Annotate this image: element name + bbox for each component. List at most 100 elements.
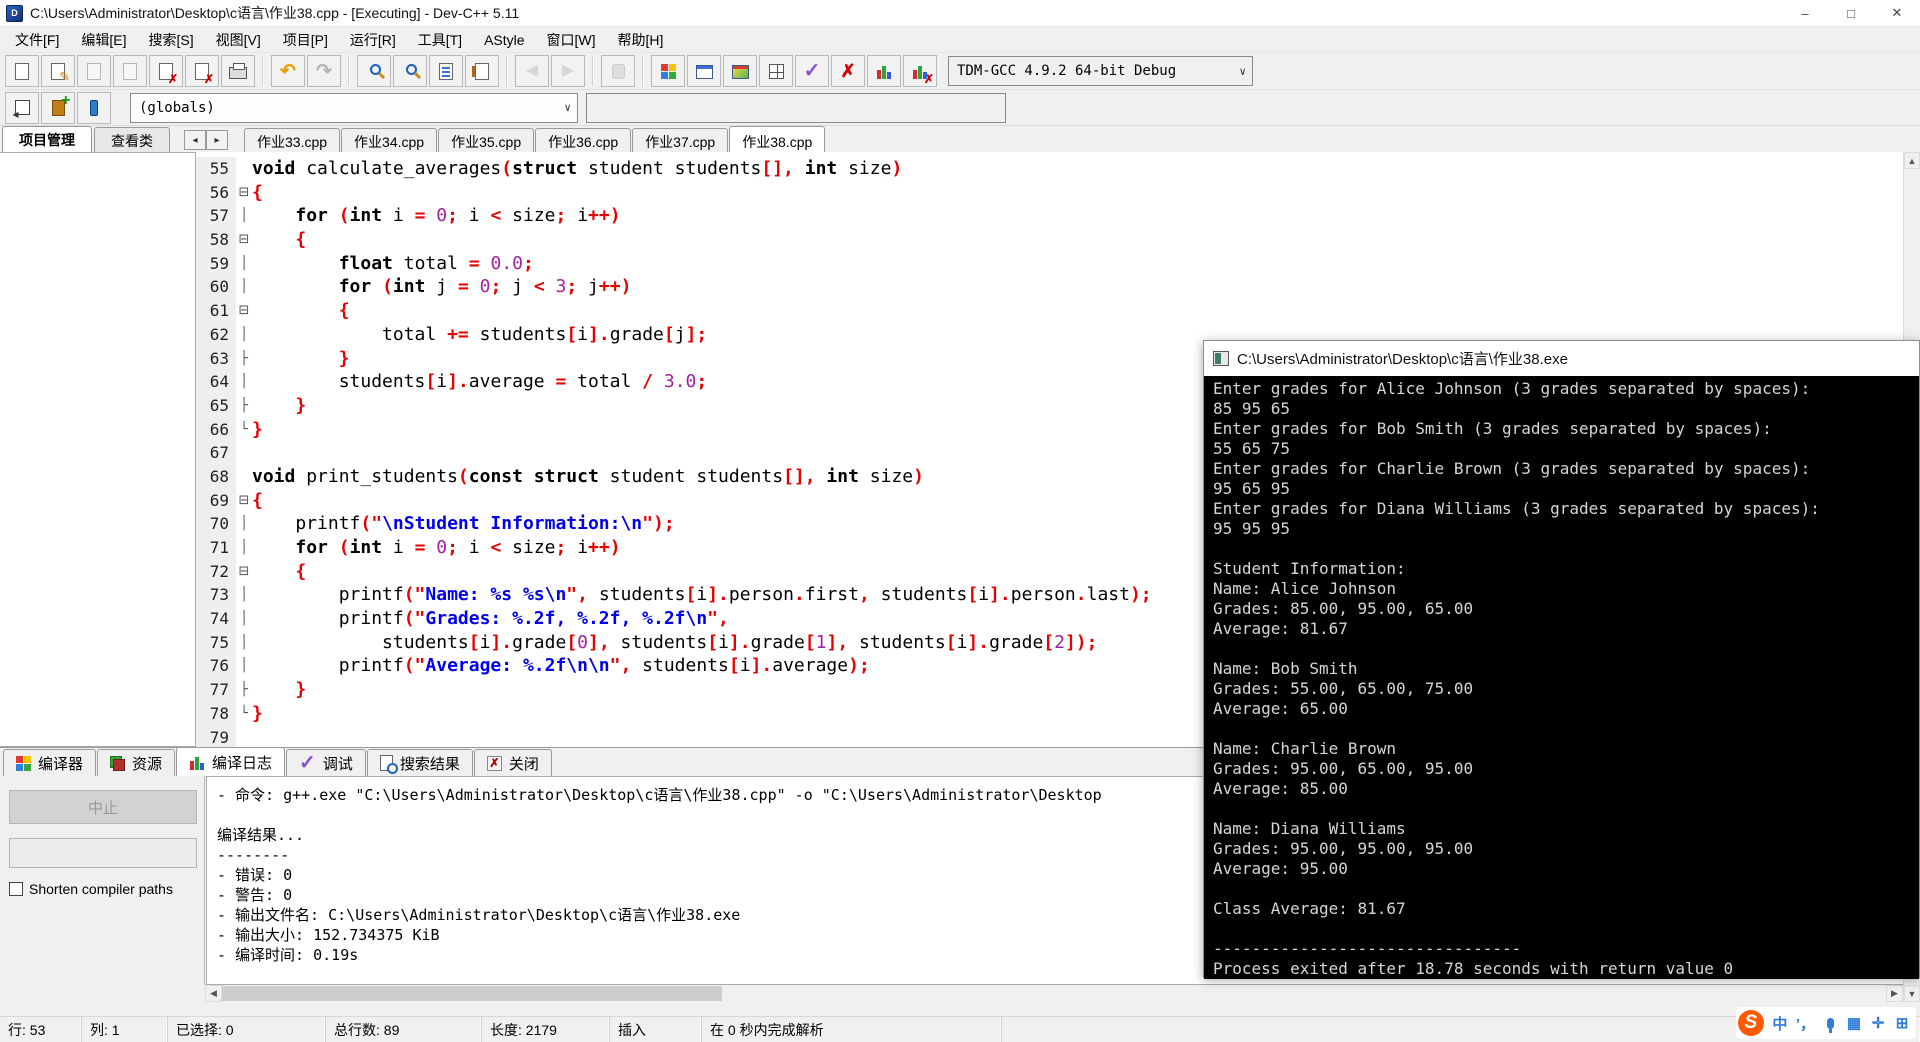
console-line: Enter grades for Alice Johnson (3 grades… xyxy=(1213,379,1811,398)
compiler-profile-combo[interactable]: TDM-GCC 4.9.2 64-bit Debug ∨ xyxy=(948,56,1253,86)
status-length: 长度: 2179 xyxy=(482,1017,610,1042)
code-line[interactable]: 58 ⊟ { xyxy=(196,228,1903,252)
file-tab[interactable]: 作业38.cpp xyxy=(729,126,826,152)
undo-button[interactable]: ↶ xyxy=(271,55,305,87)
swap-header-source-button[interactable] xyxy=(465,55,499,87)
console-output[interactable]: Enter grades for Alice Johnson (3 grades… xyxy=(1204,376,1919,979)
tab-project-manager[interactable]: 项目管理 xyxy=(2,126,92,152)
swap-header-source-icon xyxy=(472,62,489,80)
maximize-button[interactable]: □ xyxy=(1828,0,1874,27)
compile-run-button[interactable] xyxy=(723,55,757,87)
delete-profiling-button[interactable] xyxy=(903,55,937,87)
scroll-left-icon[interactable]: ◀ xyxy=(205,985,222,1002)
menu-window[interactable]: 窗口[W] xyxy=(536,28,607,52)
close-button[interactable]: ✕ xyxy=(1874,0,1920,27)
save-button[interactable] xyxy=(77,55,111,87)
code-line[interactable]: 59 │ float total = 0.0; xyxy=(196,251,1903,276)
fold-marker[interactable]: ⊟ xyxy=(236,228,252,252)
menu-search[interactable]: 搜索[S] xyxy=(137,28,204,52)
insert-button[interactable] xyxy=(77,91,111,124)
save-all-button[interactable] xyxy=(113,55,147,87)
menu-file[interactable]: 文件[F] xyxy=(4,28,70,52)
file-tab[interactable]: 作业34.cpp xyxy=(341,128,438,152)
member-combo[interactable] xyxy=(586,92,1006,123)
syntax-check-button[interactable]: ✓ xyxy=(795,55,829,87)
tab-compiler[interactable]: 编译器 xyxy=(3,749,97,776)
punctuation-icon[interactable]: ’， xyxy=(1796,1013,1815,1034)
close-all-button[interactable] xyxy=(185,55,219,87)
abort-button[interactable]: 中止 xyxy=(9,790,197,824)
fold-marker[interactable]: ⊟ xyxy=(236,560,252,584)
line-number: 70 xyxy=(196,512,236,536)
tab-scroll-right-icon[interactable]: ▸ xyxy=(206,130,228,150)
rebuild-all-button[interactable] xyxy=(759,55,793,87)
stop-execution-button[interactable] xyxy=(601,55,635,87)
redo-button[interactable]: ↷ xyxy=(307,55,341,87)
abort-compile-button[interactable]: ✗ xyxy=(831,55,865,87)
forward-button[interactable]: ▶ xyxy=(551,55,585,87)
profile-button[interactable] xyxy=(867,55,901,87)
console-window[interactable]: C:\Users\Administrator\Desktop\c语言\作业38.… xyxy=(1203,340,1920,979)
keyboard-icon[interactable]: ▦ xyxy=(1846,1014,1862,1032)
menu-tools[interactable]: 工具[T] xyxy=(407,28,473,52)
scroll-down-icon[interactable]: ▼ xyxy=(1904,985,1920,1002)
file-tab[interactable]: 作业36.cpp xyxy=(535,128,632,152)
delete-profiling-icon xyxy=(912,63,934,85)
file-tab[interactable]: 作业35.cpp xyxy=(438,128,535,152)
scroll-up-icon[interactable]: ▲ xyxy=(1904,152,1920,169)
menu-astyle[interactable]: AStyle xyxy=(473,30,535,50)
back-button[interactable]: ◀ xyxy=(515,55,549,87)
code-line[interactable]: 56 ⊟{ xyxy=(196,180,1903,205)
menu-help[interactable]: 帮助[H] xyxy=(607,28,675,52)
menu-view[interactable]: 视图[V] xyxy=(205,28,272,52)
code-line[interactable]: 55 void calculate_averages(struct student… xyxy=(196,157,1903,181)
rebuild-all-icon xyxy=(768,63,784,79)
toolbox-icon[interactable]: ✛ xyxy=(1870,1014,1886,1032)
add-to-project-button[interactable] xyxy=(41,91,75,124)
tab-debug[interactable]: ✓ 调试 xyxy=(286,749,366,776)
print-button[interactable] xyxy=(221,55,255,87)
menu-project[interactable]: 项目[P] xyxy=(272,28,339,52)
grid-icon[interactable]: ⊞ xyxy=(1894,1014,1910,1032)
sogou-logo-icon[interactable]: S xyxy=(1737,1010,1764,1036)
code-line[interactable]: 57 │ for (int i = 0; i < size; i++) xyxy=(196,204,1903,229)
new-file-button[interactable] xyxy=(5,55,39,87)
shorten-paths-option[interactable]: Shorten compiler paths xyxy=(9,881,173,897)
tab-class-browser[interactable]: 查看类 xyxy=(94,127,170,152)
mic-icon[interactable] xyxy=(1827,1017,1834,1033)
chinese-mode-icon[interactable]: 中 xyxy=(1772,1013,1788,1034)
horizontal-scroll-thumb[interactable] xyxy=(222,986,722,1001)
fold-marker[interactable]: ⊟ xyxy=(236,299,252,323)
run-button[interactable] xyxy=(687,55,721,87)
code-line[interactable]: 61 ⊟ { xyxy=(196,299,1903,323)
fold-marker xyxy=(236,465,252,489)
tab-search-results[interactable]: 搜索结果 xyxy=(366,749,473,776)
project-manager-panel[interactable] xyxy=(0,152,196,747)
goto-line-button[interactable] xyxy=(429,55,463,87)
fold-marker: └ xyxy=(240,421,248,437)
fold-marker[interactable]: ⊟ xyxy=(236,181,252,205)
tab-resources[interactable]: 资源 xyxy=(97,749,176,776)
tab-close[interactable]: ✗ 关闭 xyxy=(473,749,552,776)
menu-edit[interactable]: 编辑[E] xyxy=(70,28,137,52)
scroll-right-icon[interactable]: ▶ xyxy=(1886,985,1903,1002)
tab-compile-log[interactable]: 编译日志 xyxy=(176,747,286,776)
console-title-bar[interactable]: C:\Users\Administrator\Desktop\c语言\作业38.… xyxy=(1204,341,1919,376)
find-button[interactable] xyxy=(357,55,391,87)
shorten-paths-checkbox[interactable] xyxy=(9,882,23,896)
menu-run[interactable]: 运行[R] xyxy=(339,28,407,52)
file-tab[interactable]: 作业33.cpp xyxy=(244,128,341,152)
minimize-button[interactable]: – xyxy=(1782,0,1828,27)
tab-scroll-left-icon[interactable]: ◂ xyxy=(184,130,206,150)
fold-marker[interactable]: ⊟ xyxy=(236,489,252,513)
close-file-button[interactable] xyxy=(149,55,183,87)
globals-combo[interactable]: (globals) ∨ xyxy=(130,92,578,123)
goto-declaration-button[interactable] xyxy=(5,91,39,124)
replace-button[interactable] xyxy=(393,55,427,87)
console-line: Average: 81.67 xyxy=(1213,619,1348,638)
compile-button[interactable] xyxy=(651,55,685,87)
open-file-button[interactable] xyxy=(41,55,75,87)
log-horizontal-scrollbar[interactable]: ◀ ▶ xyxy=(205,985,1903,1002)
file-tab[interactable]: 作业37.cpp xyxy=(632,128,729,152)
code-line[interactable]: 60 │ for (int j = 0; j < 3; j++) xyxy=(196,275,1903,300)
